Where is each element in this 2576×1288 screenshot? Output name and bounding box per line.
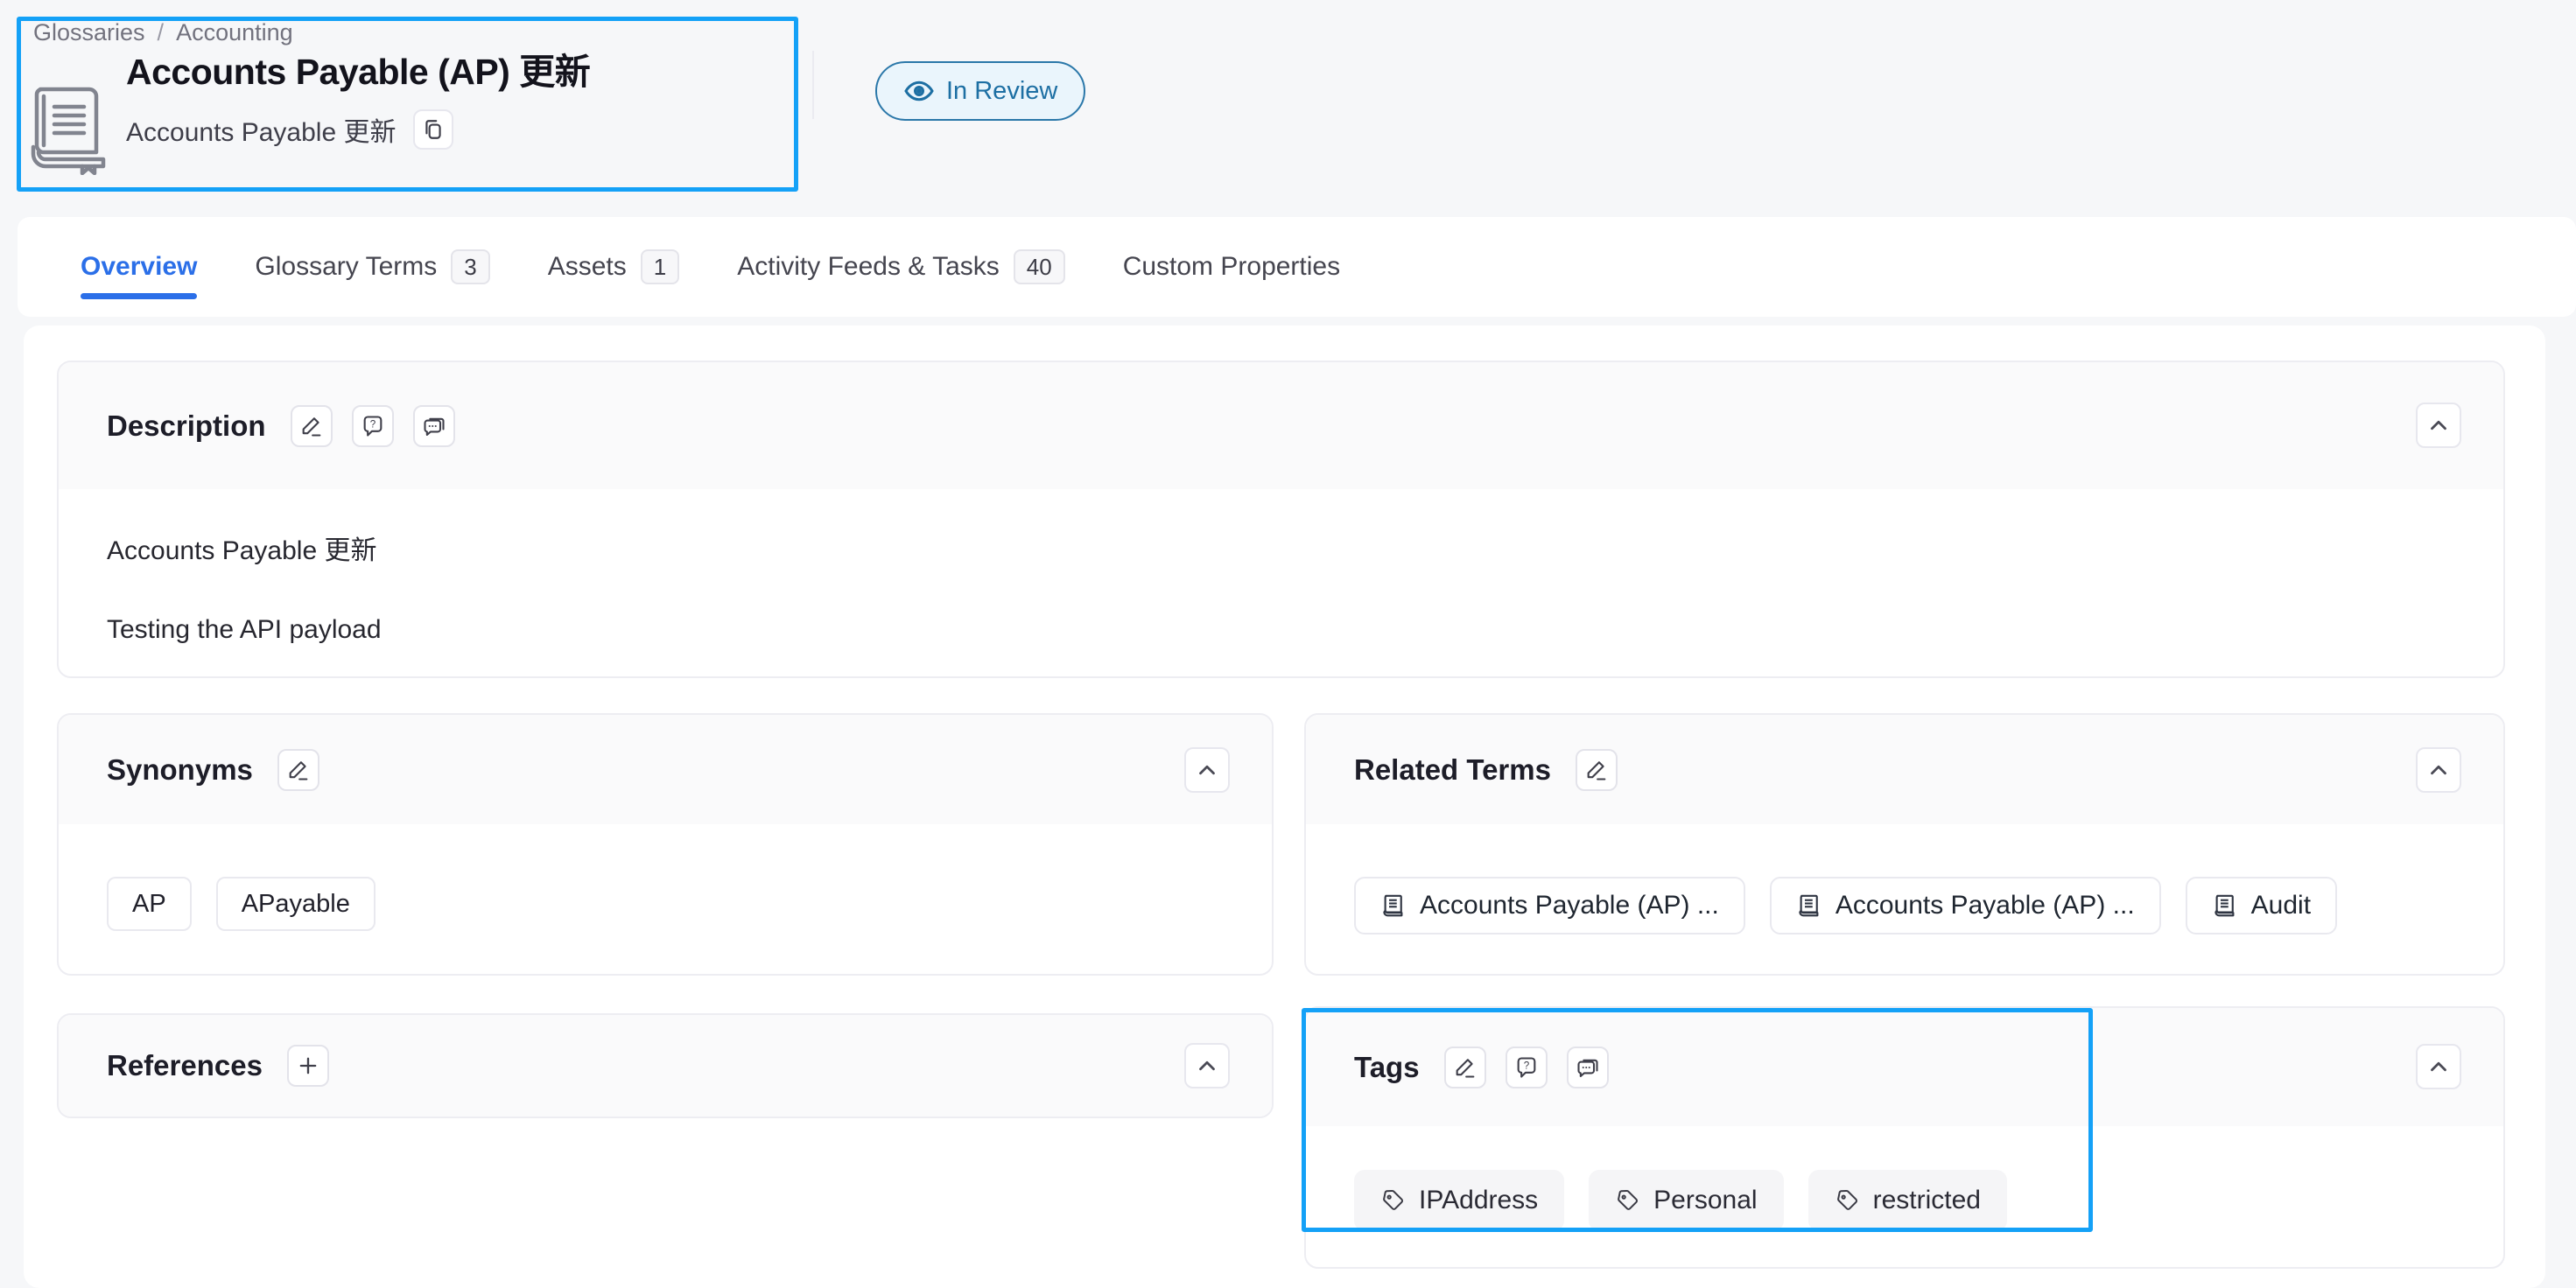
tab-overview-label: Overview: [81, 252, 197, 282]
edit-related-terms-button[interactable]: [1576, 749, 1618, 791]
chevron-up-icon: [1194, 1053, 1220, 1079]
synonym-chip: APayable: [216, 877, 376, 931]
collapse-description-button[interactable]: [2416, 402, 2461, 448]
related-term-chip-label: Accounts Payable (AP) ...: [1420, 891, 1719, 920]
edit-synonyms-button[interactable]: [277, 749, 319, 791]
tab-activity-feeds-label: Activity Feeds & Tasks: [737, 252, 1000, 282]
related-term-chip-label: Accounts Payable (AP) ...: [1835, 891, 2135, 920]
comments-button[interactable]: [413, 405, 455, 447]
term-book-icon: [1380, 892, 1407, 919]
edit-icon: [286, 758, 311, 782]
header-divider: [812, 51, 814, 119]
tags-comments-button[interactable]: [1567, 1046, 1609, 1088]
collapse-references-button[interactable]: [1184, 1043, 1230, 1088]
tag-chip[interactable]: IPAddress: [1354, 1170, 1564, 1231]
tags-title: Tags: [1354, 1051, 1420, 1084]
tab-assets-count: 1: [641, 249, 679, 284]
tag-icon: [1380, 1188, 1405, 1213]
synonyms-title: Synonyms: [107, 753, 253, 787]
term-book-icon: [1796, 892, 1822, 919]
request-comment-icon: ?: [361, 414, 385, 438]
description-paragraph: Accounts Payable 更新: [107, 528, 2455, 567]
related-term-chip[interactable]: Accounts Payable (AP) ...: [1354, 877, 1745, 934]
references-card: References: [57, 1013, 1274, 1118]
conversation-icon: [1576, 1055, 1600, 1080]
tab-glossary-terms[interactable]: Glossary Terms 3: [255, 217, 489, 317]
request-description-button[interactable]: ?: [352, 405, 394, 447]
edit-icon: [1584, 758, 1609, 782]
tag-chip-label: IPAddress: [1419, 1186, 1538, 1215]
tab-overview[interactable]: Overview: [81, 217, 197, 317]
description-card: Description ?: [57, 360, 2505, 678]
tab-assets-label: Assets: [548, 252, 627, 282]
references-title: References: [107, 1049, 263, 1082]
tag-chip[interactable]: Personal: [1589, 1170, 1783, 1231]
collapse-synonyms-button[interactable]: [1184, 747, 1230, 793]
edit-icon: [299, 414, 324, 438]
breadcrumb-separator: /: [158, 19, 165, 46]
related-term-chip-label: Audit: [2251, 891, 2311, 920]
glossary-book-icon: [28, 84, 110, 175]
edit-tags-button[interactable]: [1444, 1046, 1486, 1088]
svg-text:?: ?: [1523, 1060, 1529, 1071]
conversation-icon: [422, 414, 446, 438]
synonyms-card: Synonyms AP APayable: [57, 713, 1274, 976]
tags-card: Tags ?: [1304, 1006, 2505, 1269]
collapse-related-terms-button[interactable]: [2416, 747, 2461, 793]
term-book-icon: [2212, 892, 2238, 919]
breadcrumb-glossaries[interactable]: Glossaries: [33, 19, 145, 46]
tag-chip-label: Personal: [1653, 1186, 1757, 1215]
tag-chip[interactable]: restricted: [1808, 1170, 2007, 1231]
related-term-chip[interactable]: Audit: [2186, 877, 2337, 934]
tab-glossary-terms-label: Glossary Terms: [255, 252, 437, 282]
request-comment-icon: ?: [1514, 1055, 1539, 1080]
page-title: Accounts Payable (AP) 更新: [126, 51, 590, 94]
tab-assets[interactable]: Assets 1: [548, 217, 680, 317]
edit-icon: [1453, 1055, 1478, 1080]
add-reference-button[interactable]: [287, 1045, 329, 1087]
display-name: Accounts Payable 更新: [126, 110, 396, 149]
description-body: Accounts Payable 更新 Testing the API payl…: [59, 489, 2503, 645]
tab-custom-properties-label: Custom Properties: [1123, 252, 1340, 282]
synonym-chip: AP: [107, 877, 192, 931]
request-tags-button[interactable]: ?: [1506, 1046, 1548, 1088]
tag-icon: [1835, 1188, 1859, 1213]
status-badge[interactable]: In Review: [875, 61, 1085, 121]
related-terms-card: Related Terms Accounts Payable (AP) ..: [1304, 713, 2505, 976]
svg-text:?: ?: [369, 418, 376, 430]
breadcrumb: Glossaries / Accounting: [33, 19, 293, 46]
overview-panel: Description ?: [24, 326, 2545, 1288]
copy-name-button[interactable]: [413, 109, 453, 150]
description-title: Description: [107, 410, 266, 443]
description-paragraph: Testing the API payload: [107, 615, 2455, 645]
tag-chip-label: restricted: [1873, 1186, 1981, 1215]
tab-custom-properties[interactable]: Custom Properties: [1123, 217, 1340, 317]
related-term-chip[interactable]: Accounts Payable (AP) ...: [1770, 877, 2161, 934]
related-terms-title: Related Terms: [1354, 753, 1551, 787]
status-badge-label: In Review: [946, 77, 1057, 106]
breadcrumb-accounting[interactable]: Accounting: [176, 19, 293, 46]
tab-activity-feeds[interactable]: Activity Feeds & Tasks 40: [737, 217, 1064, 317]
tab-glossary-terms-count: 3: [451, 249, 489, 284]
tab-activity-feeds-count: 40: [1014, 249, 1065, 284]
tab-bar: Overview Glossary Terms 3 Assets 1 Activ…: [18, 217, 2576, 317]
chevron-up-icon: [2425, 412, 2452, 438]
chevron-up-icon: [2425, 757, 2452, 783]
tag-icon: [1615, 1188, 1639, 1213]
chevron-up-icon: [2425, 1054, 2452, 1080]
collapse-tags-button[interactable]: [2416, 1044, 2461, 1089]
chevron-up-icon: [1194, 757, 1220, 783]
copy-icon: [422, 118, 445, 141]
eye-icon: [903, 75, 935, 107]
entity-header: Accounts Payable (AP) 更新 Accounts Payabl…: [28, 51, 590, 175]
active-tab-underline: [81, 293, 197, 299]
plus-icon: [296, 1054, 320, 1078]
edit-description-button[interactable]: [291, 405, 333, 447]
